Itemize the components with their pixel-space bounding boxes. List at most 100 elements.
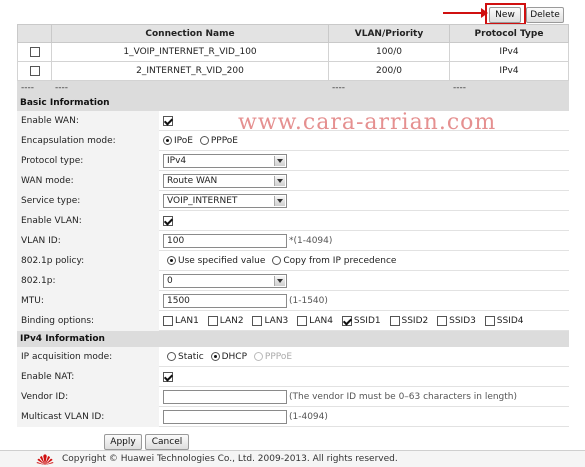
- pppoe-radio[interactable]: [199, 136, 209, 145]
- ssid1-checkbox[interactable]: [341, 315, 352, 326]
- multicast-vlan-input[interactable]: [163, 410, 287, 424]
- service-type-row: Service type: VOIP_INTERNET: [17, 191, 569, 211]
- row-select-checkbox[interactable]: [29, 46, 40, 57]
- protocol-type-cell: IPv4: [449, 61, 569, 81]
- p8021-label: 802.1p:: [17, 271, 159, 291]
- chevron-down-icon: [274, 196, 285, 206]
- table-row[interactable]: 2_INTERNET_R_VID_200 200/0 IPv4: [17, 61, 569, 81]
- policy-8021p-row: 802.1p policy: Use specified value Copy …: [17, 251, 569, 271]
- lan1-label: LAN1: [175, 316, 199, 326]
- chevron-down-icon: [274, 276, 285, 286]
- vlan-id-row: VLAN ID: 100 *(1-4094): [17, 231, 569, 251]
- enable-vlan-label: Enable VLAN:: [17, 211, 159, 231]
- placeholder-cell: ----: [17, 80, 52, 95]
- static-label: Static: [178, 352, 204, 362]
- multicast-vlan-label: Multicast VLAN ID:: [17, 407, 159, 427]
- vlan-priority-cell: 100/0: [328, 42, 450, 62]
- enable-wan-label: Enable WAN:: [17, 111, 159, 131]
- copy-from-ip-precedence-radio[interactable]: [272, 256, 282, 265]
- apply-button[interactable]: Apply: [104, 434, 142, 450]
- use-specified-value-radio[interactable]: [167, 256, 176, 265]
- column-header-protocol-type: Protocol Type: [449, 24, 569, 43]
- wan-mode-select[interactable]: Route WAN: [163, 174, 287, 188]
- lan2-checkbox[interactable]: [207, 315, 218, 326]
- placeholder-cell: ----: [51, 80, 329, 95]
- pppoe-acquisition-label: PPPoE: [264, 352, 293, 362]
- protocol-type-label: Protocol type:: [17, 151, 159, 171]
- mtu-input[interactable]: 1500: [163, 294, 287, 308]
- footer: Copyright © Huawei Technologies Co., Ltd…: [0, 450, 585, 467]
- lan2-label: LAN2: [219, 316, 244, 326]
- dhcp-label: DHCP: [221, 352, 248, 362]
- vendor-id-row: Vendor ID: (The vendor ID must be 0–63 c…: [17, 387, 569, 407]
- pppoe-acquisition-radio[interactable]: [253, 352, 263, 361]
- p8021-row: 802.1p: 0: [17, 271, 569, 291]
- vlan-id-hint: *(1-4094): [289, 236, 333, 246]
- p8021-value: 0: [167, 276, 173, 286]
- enable-wan-checkbox[interactable]: [163, 116, 173, 126]
- table-header: Connection Name VLAN/Priority Protocol T…: [17, 24, 569, 43]
- row-select-checkbox[interactable]: [29, 65, 40, 76]
- cancel-button[interactable]: Cancel: [145, 434, 189, 450]
- select-column-header: [17, 24, 52, 43]
- dhcp-radio[interactable]: [210, 352, 220, 361]
- policy-8021p-label: 802.1p policy:: [17, 251, 159, 271]
- service-type-value: VOIP_INTERNET: [167, 196, 238, 206]
- column-header-vlan-priority: VLAN/Priority: [328, 24, 450, 43]
- use-specified-value-label: Use specified value: [178, 256, 266, 266]
- multicast-vlan-hint: (1-4094): [289, 412, 328, 422]
- connection-name-cell: 1_VOIP_INTERNET_R_VID_100: [51, 42, 329, 62]
- vendor-id-input[interactable]: [163, 390, 287, 404]
- new-button[interactable]: New: [489, 7, 521, 23]
- lan4-label: LAN4: [309, 316, 333, 326]
- ssid3-checkbox[interactable]: [437, 315, 448, 326]
- service-type-label: Service type:: [17, 191, 159, 211]
- ip-acquisition-label: IP acquisition mode:: [17, 347, 159, 367]
- p8021-select[interactable]: 0: [163, 274, 287, 288]
- protocol-type-cell: IPv4: [449, 42, 569, 62]
- service-type-select[interactable]: VOIP_INTERNET: [163, 194, 287, 208]
- vendor-id-hint: (The vendor ID must be 0–63 characters i…: [289, 392, 518, 402]
- lan1-checkbox[interactable]: [163, 315, 173, 326]
- ssid1-label: SSID1: [353, 316, 381, 326]
- protocol-type-select[interactable]: IPv4: [163, 154, 287, 168]
- column-header-connection-name: Connection Name: [51, 24, 329, 43]
- ssid2-label: SSID2: [401, 316, 429, 326]
- lan3-checkbox[interactable]: [252, 315, 263, 326]
- vlan-id-label: VLAN ID:: [17, 231, 159, 251]
- delete-button[interactable]: Delete: [526, 7, 564, 23]
- ssid2-checkbox[interactable]: [389, 315, 400, 326]
- ip-acquisition-row: IP acquisition mode: Static DHCP PPPoE: [17, 347, 569, 367]
- enable-nat-checkbox[interactable]: [163, 372, 173, 382]
- chevron-down-icon: [274, 156, 285, 166]
- enable-vlan-checkbox[interactable]: [163, 216, 173, 226]
- protocol-type-value: IPv4: [167, 156, 187, 166]
- lan4-checkbox[interactable]: [297, 315, 308, 326]
- vendor-id-label: Vendor ID:: [17, 387, 159, 407]
- wan-mode-label: WAN mode:: [17, 171, 159, 191]
- connection-table: Connection Name VLAN/Priority Protocol T…: [17, 24, 569, 95]
- watermark: www.cara-arrian.com: [238, 110, 497, 135]
- ipoe-radio[interactable]: [163, 136, 172, 145]
- binding-options-label: Binding options:: [17, 311, 159, 331]
- protocol-type-row: Protocol type: IPv4: [17, 151, 569, 171]
- vlan-id-input[interactable]: 100: [163, 234, 287, 248]
- ipoe-label: IPoE: [174, 136, 193, 146]
- ssid4-checkbox[interactable]: [484, 315, 495, 326]
- copy-from-ip-precedence-label: Copy from IP precedence: [283, 256, 397, 266]
- table-row[interactable]: 1_VOIP_INTERNET_R_VID_100 100/0 IPv4: [17, 42, 569, 62]
- enable-vlan-row: Enable VLAN:: [17, 211, 569, 231]
- new-connection-row[interactable]: ---- ---- ---- ----: [17, 80, 569, 95]
- enable-nat-row: Enable NAT:: [17, 367, 569, 387]
- wan-mode-row: WAN mode: Route WAN: [17, 171, 569, 191]
- binding-options-row: Binding options: LAN1 LAN2 LAN3 LAN4 SSI…: [17, 311, 569, 331]
- row-select-cell: [17, 42, 52, 62]
- row-select-cell: [17, 61, 52, 81]
- static-radio[interactable]: [167, 352, 176, 361]
- placeholder-cell: ----: [328, 80, 450, 95]
- mtu-label: MTU:: [17, 291, 159, 311]
- copyright-text: Copyright © Huawei Technologies Co., Ltd…: [62, 454, 398, 464]
- ipv4-information-header: IPv4 Information: [17, 331, 569, 347]
- encapsulation-label: Encapsulation mode:: [17, 131, 159, 151]
- pppoe-label: PPPoE: [210, 136, 238, 146]
